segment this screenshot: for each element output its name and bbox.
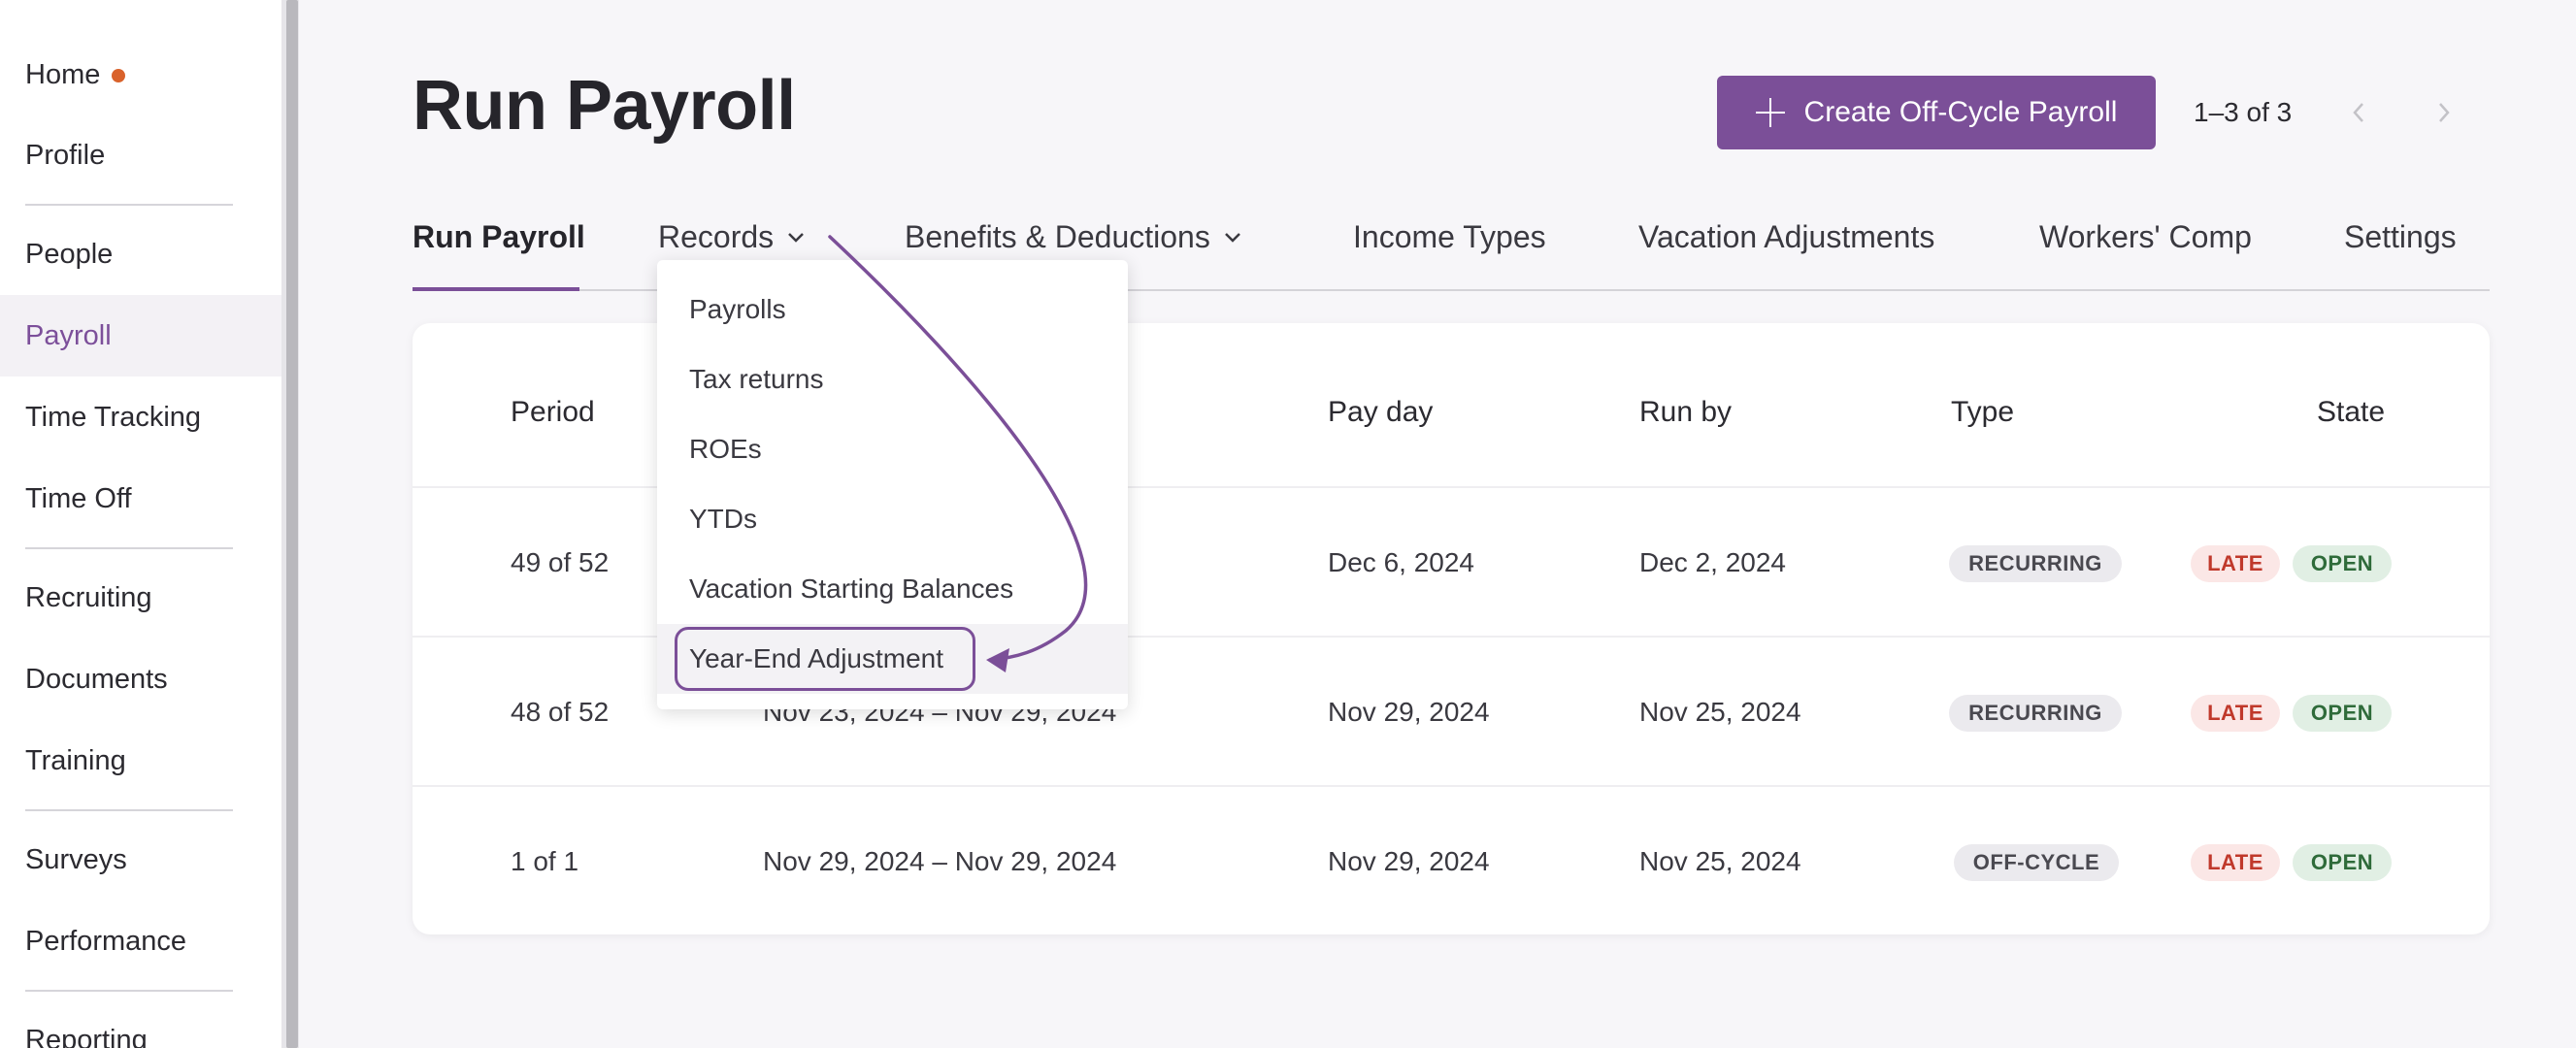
annotation-arrow-icon [828, 235, 1088, 672]
